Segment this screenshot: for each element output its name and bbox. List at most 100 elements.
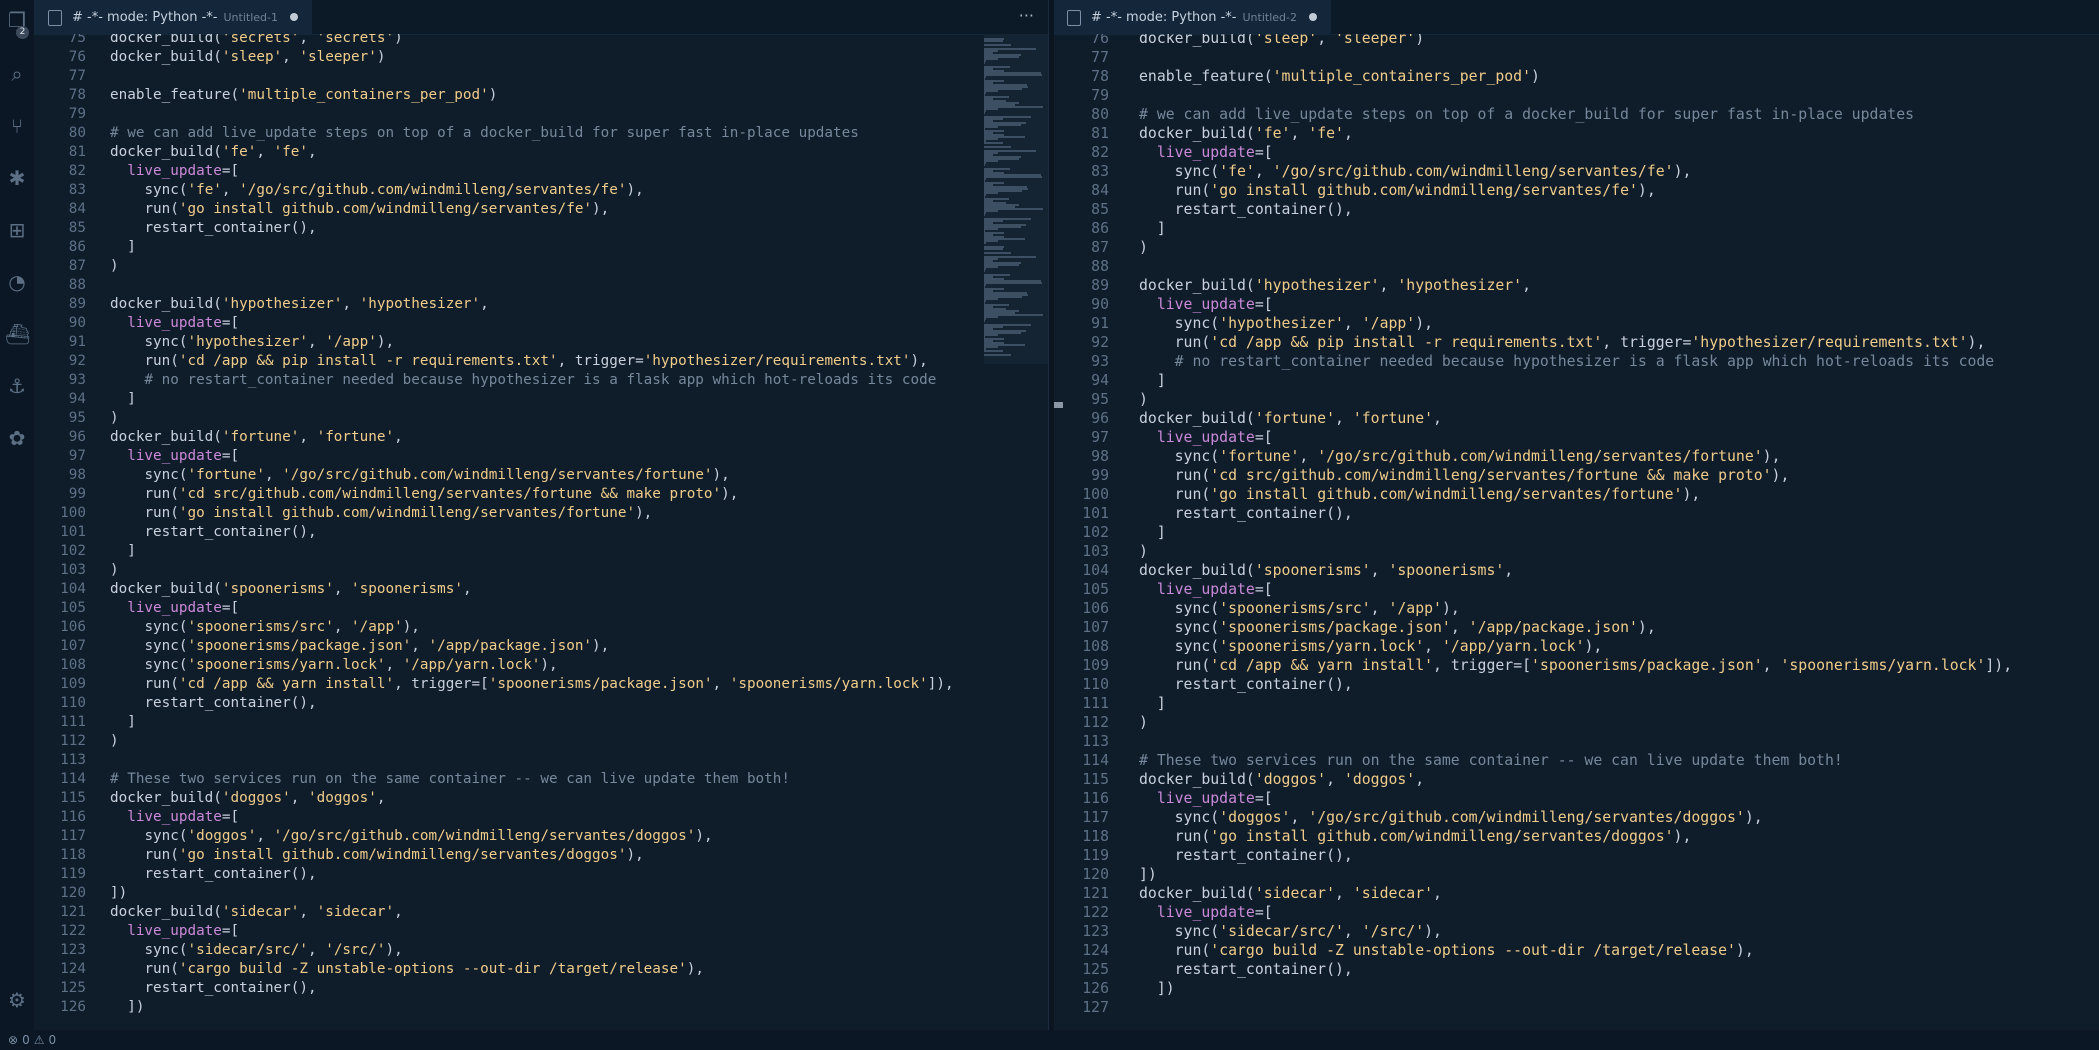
code-line[interactable]: 95) bbox=[34, 409, 954, 428]
code-line[interactable]: 102 ] bbox=[1053, 523, 2012, 542]
code-line[interactable]: 120]) bbox=[34, 884, 954, 903]
git-graph-icon[interactable]: ◔ bbox=[5, 270, 29, 294]
code-line[interactable]: 110 restart_container(), bbox=[34, 694, 954, 713]
code-text[interactable]: sync('fe', '/go/src/github.com/windmille… bbox=[1139, 163, 1692, 180]
code-line[interactable]: 100 run('go install github.com/windmille… bbox=[34, 504, 954, 523]
code-text[interactable]: docker_build('fe', 'fe', bbox=[1139, 125, 1353, 142]
code-line[interactable]: 84 run('go install github.com/windmillen… bbox=[1053, 181, 2012, 200]
code-text[interactable]: sync('doggos', '/go/src/github.com/windm… bbox=[1139, 809, 1763, 826]
code-text[interactable]: run('cd /app && pip install -r requireme… bbox=[1139, 334, 1986, 351]
code-line[interactable]: 96 docker_build('fortune', 'fortune', bbox=[1053, 409, 2012, 428]
code-line[interactable]: 127 bbox=[1053, 998, 2012, 1017]
code-text[interactable]: sync('spoonerisms/src', '/app'), bbox=[110, 619, 419, 635]
code-line[interactable]: 102 ] bbox=[34, 542, 954, 561]
code-line[interactable]: 123 sync('sidecar/src/', '/src/'), bbox=[34, 941, 954, 960]
code-text[interactable]: run('cd /app && yarn install', trigger=[… bbox=[110, 676, 953, 692]
code-line[interactable]: 119 restart_container(), bbox=[1053, 846, 2012, 865]
code-line[interactable]: 98 sync('fortune', '/go/src/github.com/w… bbox=[34, 466, 954, 485]
code-text[interactable]: live_update=[ bbox=[110, 448, 239, 464]
extensions-icon[interactable]: ⊞ bbox=[5, 218, 29, 242]
code-text[interactable]: run('cd src/github.com/windmilleng/serva… bbox=[1139, 467, 1790, 484]
code-line[interactable]: 97 live_update=[ bbox=[34, 447, 954, 466]
code-line[interactable]: 88 bbox=[34, 276, 954, 295]
code-text[interactable]: restart_container(), bbox=[1139, 847, 1353, 864]
code-line[interactable]: 118 run('go install github.com/windmille… bbox=[34, 846, 954, 865]
code-line[interactable]: 104 docker_build('spoonerisms', 'spooneri… bbox=[1053, 561, 2012, 580]
code-text[interactable]: ] bbox=[110, 714, 136, 730]
error-count[interactable]: 0 bbox=[22, 1033, 30, 1047]
code-text[interactable]: ]) bbox=[110, 999, 144, 1015]
code-text[interactable]: run('cargo build -Z unstable-options --o… bbox=[1139, 942, 1754, 959]
warning-count[interactable]: 0 bbox=[48, 1033, 56, 1047]
code-text[interactable]: sync('spoonerisms/yarn.lock', '/app/yarn… bbox=[1139, 638, 1603, 655]
code-line[interactable]: 86 ] bbox=[34, 238, 954, 257]
code-text[interactable]: run('cargo build -Z unstable-options --o… bbox=[110, 961, 704, 977]
code-line[interactable]: 77 bbox=[34, 67, 954, 86]
code-line[interactable]: 76 docker_build('sleep', 'sleeper') bbox=[1053, 34, 2012, 48]
code-line[interactable]: 98 sync('fortune', '/go/src/github.com/w… bbox=[1053, 447, 2012, 466]
unsaved-dot-icon[interactable] bbox=[289, 13, 298, 21]
code-line[interactable]: 121 docker_build('sidecar', 'sidecar', bbox=[34, 903, 954, 922]
code-text[interactable]: restart_container(), bbox=[1139, 201, 1353, 218]
code-text[interactable]: restart_container(), bbox=[1139, 961, 1353, 978]
code-text[interactable]: sync('spoonerisms/package.json', '/app/p… bbox=[1139, 619, 1656, 636]
code-line[interactable]: 120]) bbox=[1053, 865, 2012, 884]
code-text[interactable]: ) bbox=[110, 410, 119, 426]
code-line[interactable]: 78 enable_feature('multiple_containers_pe… bbox=[1053, 67, 2012, 86]
tab-untitled-2[interactable]: # -*- mode: Python -*- Untitled-2 bbox=[1053, 0, 1331, 34]
debug-icon[interactable]: ✱ bbox=[5, 166, 29, 190]
code-line[interactable]: 126 ]) bbox=[1053, 979, 2012, 998]
code-text[interactable]: ) bbox=[1139, 239, 1148, 256]
code-text[interactable]: live_update=[ bbox=[1139, 790, 1273, 807]
code-line[interactable]: 89 docker_build('hypothesizer', 'hypothes… bbox=[1053, 276, 2012, 295]
code-text[interactable]: # no restart_container needed because hy… bbox=[1139, 353, 1995, 370]
code-text[interactable]: restart_container(), bbox=[110, 866, 316, 882]
code-line[interactable]: 83 sync('fe', '/go/src/github.com/windmi… bbox=[1053, 162, 2012, 181]
code-line[interactable]: 81 docker_build('fe', 'fe', bbox=[1053, 124, 2012, 143]
code-text[interactable]: docker_build('fortune', 'fortune', bbox=[110, 429, 403, 445]
settings-icon[interactable]: ⚙ bbox=[5, 988, 29, 1012]
code-text[interactable]: live_update=[ bbox=[110, 315, 239, 331]
code-text[interactable]: sync('spoonerisms/package.json', '/app/p… bbox=[110, 638, 609, 654]
code-text[interactable]: sync('spoonerisms/yarn.lock', '/app/yarn… bbox=[110, 657, 557, 673]
code-line[interactable]: 107 sync('spoonerisms/package.json', '/a… bbox=[34, 637, 954, 656]
code-line[interactable]: 82 live_update=[ bbox=[1053, 143, 2012, 162]
code-text[interactable]: # no restart_container needed because hy… bbox=[110, 372, 936, 388]
code-line[interactable]: 117 sync('doggos', '/go/src/github.com/w… bbox=[34, 827, 954, 846]
code-text[interactable]: sync('sidecar/src/', '/src/'), bbox=[110, 942, 402, 958]
code-text[interactable]: docker_build('secrets', 'secrets') bbox=[110, 34, 403, 46]
code-text[interactable]: restart_container(), bbox=[110, 980, 316, 996]
code-line[interactable]: 90 live_update=[ bbox=[34, 314, 954, 333]
code-line[interactable]: 109 run('cd /app && yarn install', trigg… bbox=[34, 675, 953, 694]
anchor-icon[interactable]: ⚓ bbox=[5, 374, 29, 398]
code-line[interactable]: 104 docker_build('spoonerisms', 'spooneri… bbox=[34, 580, 954, 599]
code-line[interactable]: 115 docker_build('doggos', 'doggos', bbox=[34, 789, 954, 808]
code-text[interactable]: docker_build('fe', 'fe', bbox=[110, 144, 317, 160]
code-line[interactable]: 91 sync('hypothesizer', '/app'), bbox=[34, 333, 954, 352]
code-line[interactable]: 93 # no restart_container needed because… bbox=[34, 371, 954, 390]
code-line[interactable]: 101 restart_container(), bbox=[34, 523, 954, 542]
code-line[interactable]: 116 live_update=[ bbox=[34, 808, 954, 827]
code-line[interactable]: 84 run('go install github.com/windmillen… bbox=[34, 200, 954, 219]
source-control-icon[interactable]: ⑂ bbox=[5, 114, 29, 138]
code-text[interactable]: restart_container(), bbox=[1139, 676, 1353, 693]
code-text[interactable]: ]) bbox=[1139, 980, 1175, 997]
code-line[interactable]: 111 ] bbox=[34, 713, 954, 732]
code-line[interactable]: 125 restart_container(), bbox=[34, 979, 954, 998]
code-line[interactable]: 110 restart_container(), bbox=[1053, 675, 2012, 694]
code-text[interactable]: ] bbox=[110, 391, 136, 407]
code-text[interactable]: docker_build('doggos', 'doggos', bbox=[110, 790, 385, 806]
left-code-area[interactable]: 75 docker_build('secrets', 'secrets') 76 do… bbox=[34, 34, 954, 1017]
search-icon[interactable]: ⌕ bbox=[5, 62, 29, 86]
code-line[interactable]: 116 live_update=[ bbox=[1053, 789, 2012, 808]
code-line[interactable]: 112) bbox=[1053, 713, 2012, 732]
code-text[interactable]: docker_build('fortune', 'fortune', bbox=[1139, 410, 1442, 427]
code-line[interactable]: 99 run('cd src/github.com/windmilleng/se… bbox=[1053, 466, 2012, 485]
code-text[interactable]: ] bbox=[1139, 695, 1166, 712]
unsaved-dot-icon[interactable] bbox=[1308, 13, 1317, 21]
code-text[interactable]: enable_feature('multiple_containers_per_… bbox=[1139, 68, 1540, 85]
code-line[interactable]: 122 live_update=[ bbox=[34, 922, 954, 941]
code-text[interactable]: live_update=[ bbox=[110, 600, 239, 616]
code-text[interactable]: live_update=[ bbox=[1139, 296, 1273, 313]
code-line[interactable]: 95) bbox=[1053, 390, 2012, 409]
